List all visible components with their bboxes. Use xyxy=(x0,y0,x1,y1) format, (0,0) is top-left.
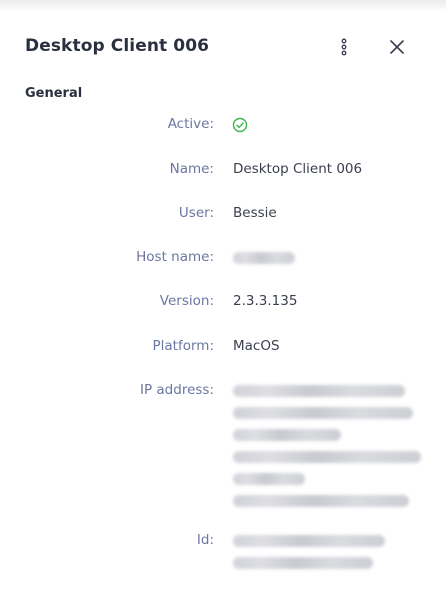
close-icon[interactable] xyxy=(387,37,407,57)
field-label-platform: Platform: xyxy=(152,338,214,354)
field-value-user: Bessie xyxy=(233,205,277,221)
panel-top-shadow xyxy=(0,0,446,12)
field-value-version: 2.3.3.135 xyxy=(233,293,298,309)
field-value-name: Desktop Client 006 xyxy=(233,161,363,177)
field-label-active: Active: xyxy=(167,116,214,132)
kebab-menu-icon[interactable] xyxy=(337,38,351,56)
field-label-name: Name: xyxy=(169,161,214,177)
redacted-ip-line-3 xyxy=(233,429,341,441)
field-label-host-name: Host name: xyxy=(136,249,214,265)
panel-header: Desktop Client 006 xyxy=(25,34,421,60)
section-title-general: General xyxy=(25,86,83,101)
panel-title: Desktop Client 006 xyxy=(25,36,210,56)
redacted-ip-line-1 xyxy=(233,385,405,397)
redacted-ip-line-2 xyxy=(233,407,413,419)
redacted-ip-line-5 xyxy=(233,473,305,485)
redacted-id-line-1 xyxy=(233,535,385,547)
field-label-user: User: xyxy=(178,205,214,221)
field-value-platform: MacOS xyxy=(233,338,280,354)
check-circle-icon xyxy=(232,117,248,133)
redacted-ip-line-6 xyxy=(233,495,409,507)
field-label-version: Version: xyxy=(159,293,214,309)
client-details-panel: Desktop Client 006 General Active: Name:… xyxy=(0,0,446,590)
field-label-id: Id: xyxy=(196,532,214,548)
redacted-id-line-2 xyxy=(233,557,373,569)
redacted-host-name xyxy=(233,252,295,264)
redacted-ip-line-4 xyxy=(233,451,421,463)
field-label-ip-address: IP address: xyxy=(140,382,214,398)
